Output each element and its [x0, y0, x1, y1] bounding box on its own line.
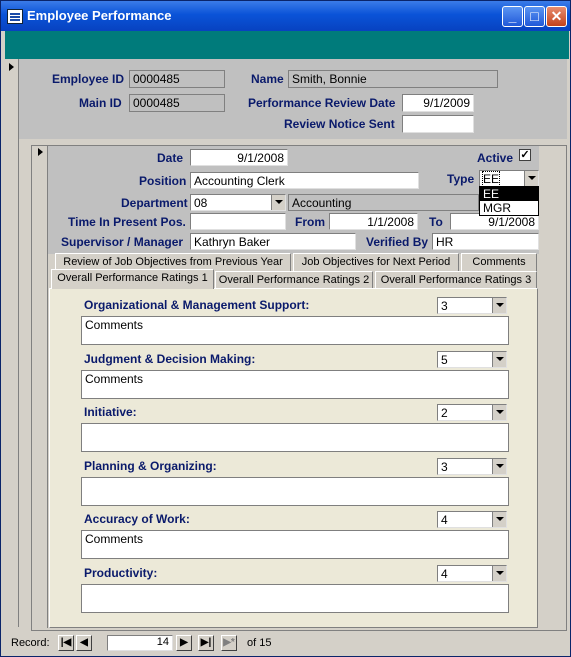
main-id-field[interactable]: 0000485: [129, 94, 225, 112]
rating-value: 5: [441, 353, 448, 367]
comment-org-support[interactable]: Comments: [81, 316, 509, 345]
rating-combo-accuracy[interactable]: 4: [437, 511, 507, 528]
tab-overall-ratings-3[interactable]: Overall Performance Ratings 3: [375, 271, 537, 288]
close-button[interactable]: ✕: [546, 6, 567, 27]
verified-by-label: Verified By: [366, 235, 429, 249]
record-selector[interactable]: [5, 59, 19, 627]
rating-label-productivity: Productivity:: [84, 566, 158, 580]
form-header-band: [5, 31, 569, 59]
app-window: Employee Performance _ □ ✕ Employee ID 0…: [0, 0, 571, 657]
rating-label-judgment: Judgment & Decision Making:: [84, 352, 256, 366]
subform-record-selector[interactable]: [32, 146, 48, 628]
rating-dropdown-button[interactable]: [492, 352, 506, 367]
active-checkbox[interactable]: ✓: [519, 149, 531, 161]
maximize-button[interactable]: □: [524, 6, 545, 27]
type-dropdown-list[interactable]: EE MGR: [479, 186, 539, 216]
record-count: of 15: [247, 637, 272, 649]
new-record-icon[interactable]: ▶*: [221, 635, 237, 651]
type-option-ee[interactable]: EE: [480, 187, 538, 201]
notice-sent-field[interactable]: [402, 115, 474, 133]
minimize-button[interactable]: _: [502, 6, 523, 27]
previous-record-icon[interactable]: ◀: [76, 635, 92, 651]
main-id-label: Main ID: [79, 96, 122, 110]
window-title: Employee Performance: [27, 8, 172, 23]
to-label: To: [429, 215, 443, 229]
name-field[interactable]: Smith, Bonnie: [288, 70, 498, 88]
subform-current-record-arrow-icon: [38, 148, 43, 156]
name-label: Name: [251, 72, 284, 86]
date-field[interactable]: 9/1/2008: [190, 149, 288, 166]
rating-value: 4: [441, 567, 448, 581]
record-label: Record:: [11, 637, 50, 649]
rating-combo-productivity[interactable]: 4: [437, 565, 507, 582]
review-date-label: Performance Review Date: [248, 96, 396, 110]
next-record-icon[interactable]: ▶: [176, 635, 192, 651]
supervisor-label: Supervisor / Manager: [61, 235, 184, 249]
verified-by-field[interactable]: HR: [432, 233, 539, 250]
rating-label-accuracy: Accuracy of Work:: [84, 512, 190, 526]
active-label: Active: [477, 151, 514, 165]
rating-combo-initiative[interactable]: 2: [437, 404, 507, 421]
employee-id-field[interactable]: 0000485: [129, 70, 225, 88]
form-icon[interactable]: [7, 9, 23, 24]
time-in-position-field[interactable]: [190, 213, 286, 230]
tab-job-objectives-next-period[interactable]: Job Objectives for Next Period: [293, 253, 459, 271]
time-in-position-label: Time In Present Pos.: [68, 215, 186, 229]
rating-dropdown-button[interactable]: [492, 298, 506, 313]
notice-sent-label: Review Notice Sent: [284, 117, 395, 131]
department-dropdown-button[interactable]: [271, 195, 285, 210]
current-record-arrow-icon: [9, 63, 14, 71]
rating-value: 3: [441, 299, 448, 313]
employee-id-label: Employee ID: [52, 72, 125, 86]
type-dropdown-button[interactable]: [524, 171, 538, 186]
department-code: 08: [194, 196, 208, 210]
department-name-field[interactable]: Accounting: [288, 194, 479, 211]
tab-comments[interactable]: Comments: [461, 253, 537, 271]
date-label: Date: [157, 151, 184, 165]
tab-overall-ratings-1[interactable]: Overall Performance Ratings 1: [51, 269, 214, 289]
comment-productivity[interactable]: [81, 584, 509, 613]
rating-value: 3: [441, 460, 448, 474]
rating-label-org-support: Organizational & Management Support:: [84, 298, 310, 312]
rating-combo-org-support[interactable]: 3: [437, 297, 507, 314]
first-record-icon[interactable]: |◀: [58, 635, 74, 651]
record-navigation-bar: Record: |◀ ◀ 14 ▶ ▶| ▶* of 15: [5, 632, 569, 654]
supervisor-field[interactable]: Kathryn Baker: [190, 233, 356, 250]
type-label: Type: [447, 172, 475, 186]
rating-dropdown-button[interactable]: [492, 512, 506, 527]
rating-value: 4: [441, 513, 448, 527]
rating-dropdown-button[interactable]: [492, 459, 506, 474]
from-date-field[interactable]: 1/1/2008: [329, 213, 418, 230]
title-bar[interactable]: Employee Performance _ □ ✕: [1, 1, 570, 31]
position-field[interactable]: Accounting Clerk: [190, 172, 419, 189]
rating-dropdown-button[interactable]: [492, 566, 506, 581]
department-label: Department: [121, 196, 188, 210]
comment-planning[interactable]: [81, 477, 509, 506]
rating-combo-judgment[interactable]: 5: [437, 351, 507, 368]
review-date-field[interactable]: 9/1/2009: [402, 94, 474, 112]
type-combo-value: EE: [481, 171, 501, 186]
comment-judgment[interactable]: Comments: [81, 370, 509, 399]
department-combo[interactable]: 08: [190, 194, 286, 211]
comment-accuracy[interactable]: Comments: [81, 530, 509, 559]
rating-label-initiative: Initiative:: [84, 405, 137, 419]
rating-label-planning: Planning & Organizing:: [84, 459, 217, 473]
type-combo[interactable]: EE: [479, 170, 539, 187]
rating-combo-planning[interactable]: 3: [437, 458, 507, 475]
type-option-mgr[interactable]: MGR: [480, 201, 538, 215]
tab-overall-ratings-2[interactable]: Overall Performance Ratings 2: [215, 271, 373, 288]
rating-value: 2: [441, 406, 448, 420]
last-record-icon[interactable]: ▶|: [198, 635, 214, 651]
rating-dropdown-button[interactable]: [492, 405, 506, 420]
from-label: From: [295, 215, 325, 229]
comment-initiative[interactable]: [81, 423, 509, 452]
position-label: Position: [139, 174, 187, 188]
current-record-field[interactable]: 14: [107, 635, 173, 651]
